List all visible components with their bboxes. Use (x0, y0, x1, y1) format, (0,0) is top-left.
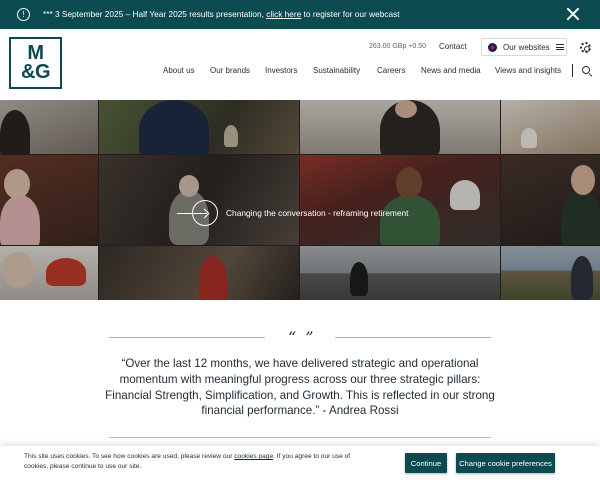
our-websites-button[interactable]: Our websites (481, 38, 567, 56)
play-video-icon[interactable] (177, 200, 218, 226)
cookie-preferences-button[interactable]: Change cookie preferences (456, 453, 555, 473)
info-icon: ! (17, 8, 30, 21)
contact-link[interactable]: Contact (439, 42, 467, 51)
announcement-bar: ! *** 3 September 2025 – Half Year 2025 … (0, 0, 600, 29)
our-websites-label: Our websites (503, 42, 550, 52)
nav-about-us[interactable]: About us (163, 66, 195, 75)
announcement-text: *** 3 September 2025 – Half Year 2025 re… (43, 9, 400, 19)
register-link[interactable]: click here (266, 9, 301, 19)
search-icon[interactable] (582, 66, 590, 74)
close-icon[interactable] (565, 6, 581, 22)
logo-line-2: &G (21, 61, 51, 83)
nav-views-and-insights[interactable]: Views and insights (495, 66, 561, 75)
site-header: M &G 263.00 GBp +0.50 Contact Our website… (0, 29, 600, 100)
quote-mark-icon: “ ” (288, 328, 316, 347)
continue-button[interactable]: Continue (405, 453, 447, 473)
menu-icon (555, 44, 564, 50)
hero-collage[interactable]: Changing the conversation - reframing re… (0, 100, 600, 300)
nav-our-brands[interactable]: Our brands (210, 66, 250, 75)
cookies-page-link[interactable]: cookies page (234, 453, 273, 460)
arrow-right-icon (177, 212, 207, 214)
quote-divider-left (109, 337, 265, 338)
cookie-banner: This site uses cookies. To see how cooki… (0, 446, 600, 480)
hero-caption[interactable]: Changing the conversation - reframing re… (226, 208, 408, 218)
nav-news-and-media[interactable]: News and media (421, 66, 481, 75)
quote-divider-bottom (109, 437, 491, 438)
nav-sustainability[interactable]: Sustainability (313, 66, 360, 75)
cookie-message: This site uses cookies. To see how cooki… (24, 452, 374, 472)
mg-logo[interactable]: M &G (9, 37, 62, 89)
nav-investors[interactable]: Investors (265, 66, 297, 75)
announcement-prefix: *** 3 September 2025 – Half Year 2025 re… (43, 9, 267, 19)
hero-overlay (0, 100, 600, 300)
share-price: 263.00 GBp +0.50 (369, 43, 427, 50)
quote-divider-right (335, 337, 491, 338)
quote-text: “Over the last 12 months, we have delive… (105, 357, 495, 418)
gear-icon[interactable] (580, 42, 591, 53)
nav-divider (572, 64, 573, 77)
uk-flag-icon (488, 42, 497, 52)
announcement-suffix: to register for our webcast (301, 9, 400, 19)
nav-careers[interactable]: Careers (377, 66, 405, 75)
cookie-message-prefix: This site uses cookies. To see how cooki… (24, 453, 235, 460)
